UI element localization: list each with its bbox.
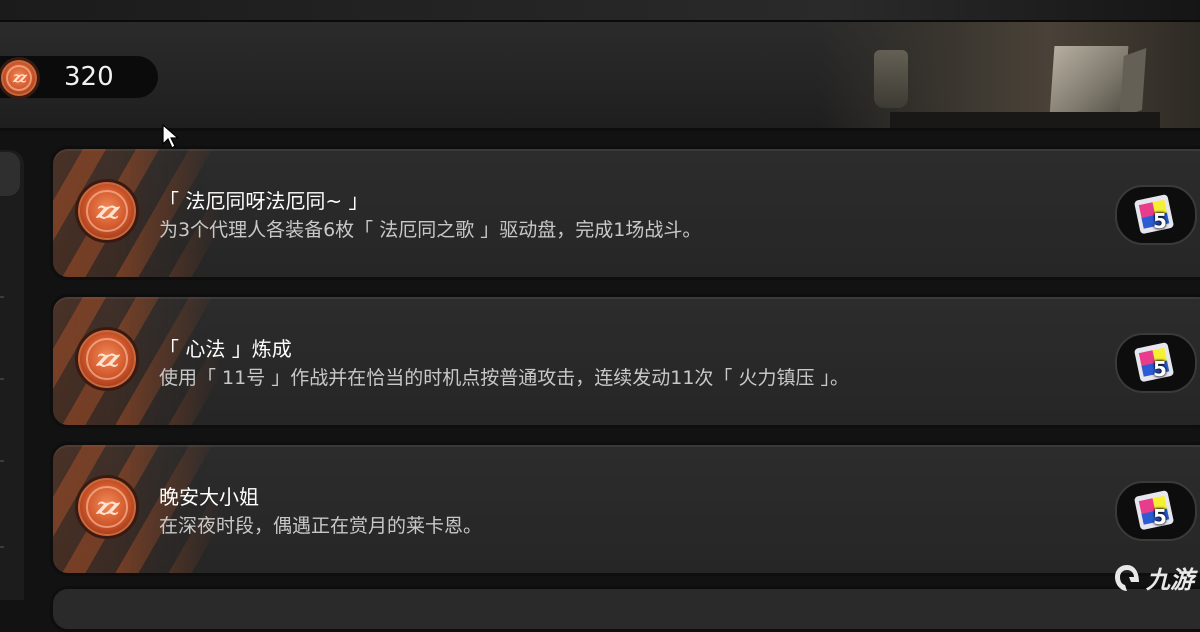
coin-icon: zz xyxy=(75,327,139,391)
coin-icon: zz xyxy=(75,475,139,539)
left-scroll-rail[interactable] xyxy=(0,150,24,600)
coin-icon: zz xyxy=(75,179,139,243)
currency-value: 320 xyxy=(64,62,114,92)
achievement-description: 使用「 11号 」作战并在恰当的时机点按普通攻击，连续发动11次「 火力镇压 」… xyxy=(159,367,850,389)
reward-badge[interactable]: 5 xyxy=(1115,333,1197,393)
currency-display: zz 320 xyxy=(0,56,158,99)
rail-knob[interactable] xyxy=(0,152,20,196)
achievement-card[interactable]: zz 晚安大小姐 在深夜时段，偶遇正在赏月的莱卡恩。 5 xyxy=(50,442,1200,576)
mouse-cursor-icon xyxy=(162,124,180,149)
header-background-art xyxy=(820,22,1200,128)
top-strip xyxy=(0,0,1200,22)
achievement-description: 为3个代理人各装备6枚「 法厄同之歌 」驱动盘，完成1场战斗。 xyxy=(159,219,702,241)
watermark: 九游 xyxy=(1112,560,1194,595)
achievement-card-partial[interactable] xyxy=(50,586,1200,632)
box-decoration xyxy=(1049,46,1129,116)
reward-count: 5 xyxy=(1153,209,1167,233)
achievement-title: 「 心法 」炼成 xyxy=(159,337,292,361)
achievement-card[interactable]: zz 「 心法 」炼成 使用「 11号 」作战并在恰当的时机点按普通攻击，连续发… xyxy=(50,294,1200,428)
achievement-card[interactable]: zz 「 法厄同呀法厄同~ 」 为3个代理人各装备6枚「 法厄同之歌 」驱动盘，… xyxy=(50,146,1200,280)
coin-icon: zz xyxy=(0,57,40,99)
achievement-description: 在深夜时段，偶遇正在赏月的莱卡恩。 xyxy=(159,515,483,537)
rail-tick xyxy=(0,460,4,462)
reward-badge[interactable]: 5 xyxy=(1115,185,1197,245)
reward-count: 5 xyxy=(1153,357,1167,381)
header-bar: zz 320 xyxy=(0,22,1200,131)
watermark-logo-icon xyxy=(1115,564,1139,591)
cup-decoration xyxy=(874,50,908,108)
achievement-title: 「 法厄同呀法厄同~ 」 xyxy=(159,189,369,213)
watermark-text: 九游 xyxy=(1146,566,1194,594)
achievement-title: 晚安大小姐 xyxy=(159,485,259,509)
rail-tick xyxy=(0,296,4,298)
rail-tick xyxy=(0,378,4,380)
reward-badge[interactable]: 5 xyxy=(1115,481,1197,541)
rail-tick xyxy=(0,546,4,548)
desk-decoration xyxy=(890,112,1160,128)
reward-count: 5 xyxy=(1153,505,1167,529)
